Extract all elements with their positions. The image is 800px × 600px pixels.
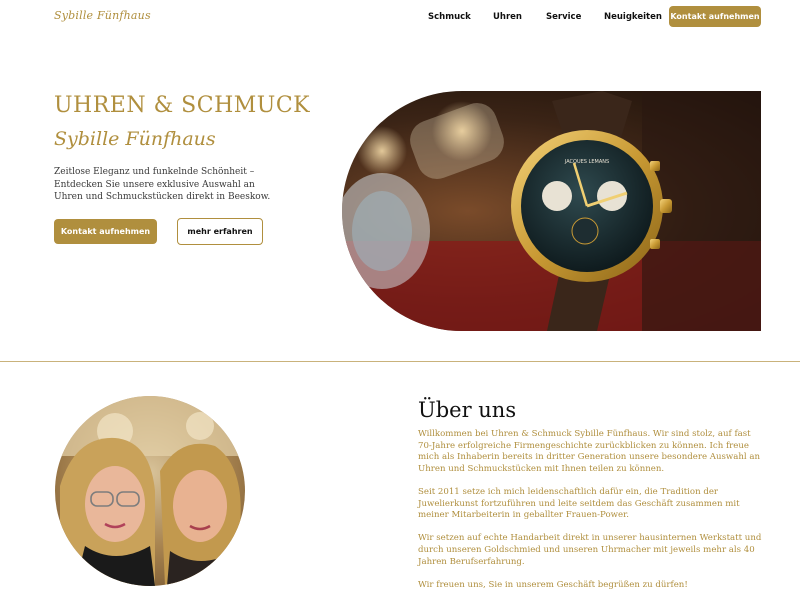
watch-illustration: JACQUES LEMANS: [342, 91, 761, 331]
logo[interactable]: Sybille Fünfhaus: [54, 9, 151, 22]
about-paragraph-1: Willkommen bei Uhren & Schmuck Sybille F…: [418, 429, 761, 474]
hero-description: Zeitlose Eleganz und funkelnde Schönheit…: [54, 167, 271, 202]
section-divider: [0, 361, 800, 362]
nav-contact-button[interactable]: Kontakt aufnehmen: [669, 6, 761, 27]
hero-title: UHREN & SCHMUCK: [54, 93, 311, 118]
nav-item-neuigkeiten[interactable]: Neuigkeiten: [604, 12, 662, 22]
watch-brand-text: JACQUES LEMANS: [564, 159, 609, 165]
team-photo: [55, 396, 245, 586]
about-paragraph-4: Wir freuen uns, Sie in unserem Geschäft …: [418, 579, 688, 590]
learn-more-button[interactable]: mehr erfahren: [177, 218, 263, 245]
top-navigation: Sybille Fünfhaus Schmuck Uhren Service N…: [0, 0, 800, 34]
about-title: Über uns: [418, 398, 517, 422]
hero-subtitle: Sybille Fünfhaus: [54, 128, 216, 150]
nav-item-schmuck[interactable]: Schmuck: [428, 12, 471, 22]
team-illustration: [55, 396, 245, 586]
about-paragraph-2: Seit 2011 setze ich mich leidenschaftlic…: [418, 486, 740, 521]
nav-item-service[interactable]: Service: [546, 12, 581, 22]
nav-item-uhren[interactable]: Uhren: [493, 12, 522, 22]
hero-watch-image: JACQUES LEMANS: [342, 91, 761, 331]
contact-button[interactable]: Kontakt aufnehmen: [54, 219, 157, 244]
about-text: Willkommen bei Uhren & Schmuck Sybille F…: [418, 429, 763, 600]
about-paragraph-3: Wir setzen auf echte Handarbeit direkt i…: [418, 533, 762, 567]
